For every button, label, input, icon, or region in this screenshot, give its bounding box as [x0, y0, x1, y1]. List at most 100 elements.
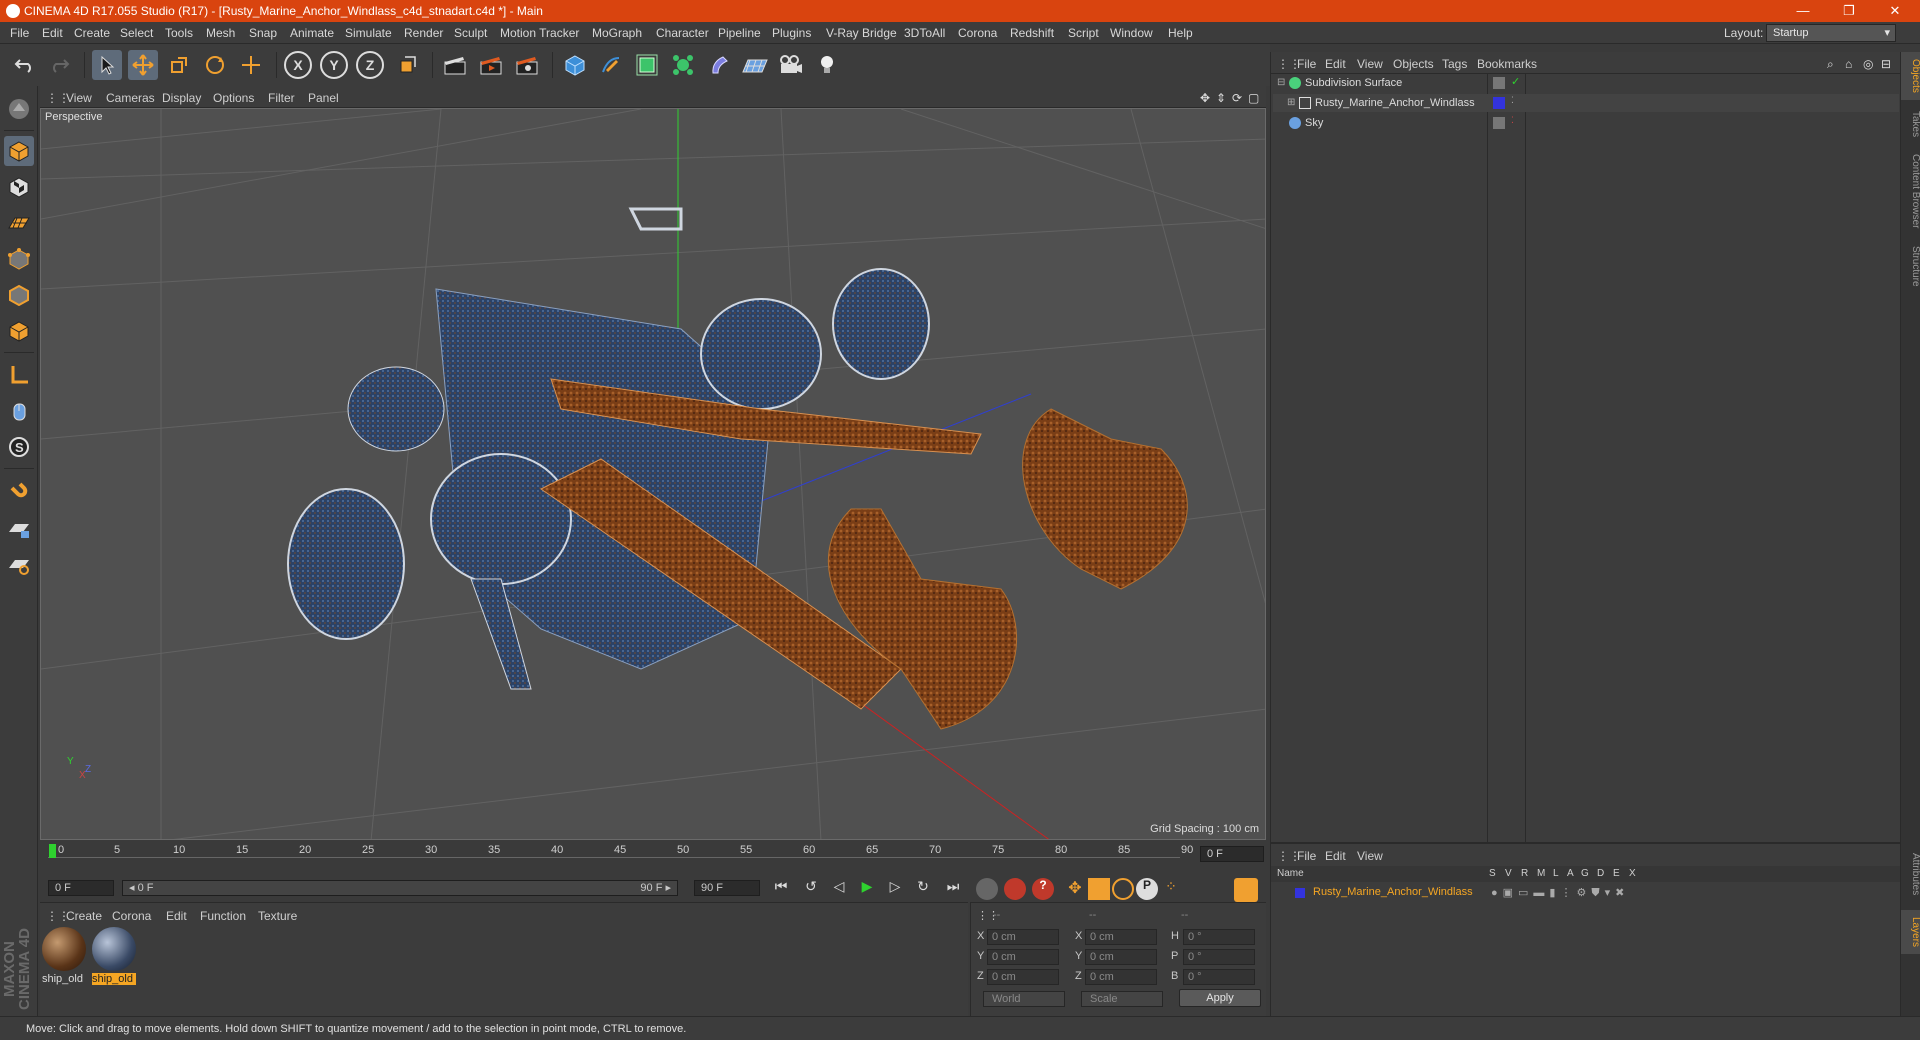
layer-color-swatch[interactable]: [1493, 97, 1505, 109]
viewport-orbit-icon[interactable]: ⟳: [1232, 91, 1242, 105]
object-menu-tags[interactable]: Tags: [1442, 57, 1467, 71]
previous-key-button[interactable]: ↺: [800, 878, 822, 900]
layer-menu-file[interactable]: File: [1297, 849, 1316, 863]
timeline-window-button[interactable]: [1234, 878, 1258, 902]
x-axis-lock-button[interactable]: X: [284, 51, 312, 79]
render-view-button[interactable]: [440, 50, 470, 80]
panel-collapse-icon[interactable]: ⊟: [1881, 57, 1891, 71]
z-axis-lock-button[interactable]: Z: [356, 51, 384, 79]
point-mode-button[interactable]: [4, 244, 34, 274]
preview-start-field[interactable]: 0 F: [48, 880, 114, 896]
go-to-start-button[interactable]: ⏮: [770, 878, 792, 900]
add-spline-button[interactable]: [596, 50, 626, 80]
object-menu-file[interactable]: File: [1297, 57, 1316, 71]
viewport-menu-view[interactable]: View: [66, 91, 92, 105]
autokey-button[interactable]: [1004, 878, 1026, 900]
menu-help[interactable]: Help: [1168, 26, 1193, 40]
menu-animate[interactable]: Animate: [290, 26, 334, 40]
key-position-button[interactable]: ✥: [1064, 878, 1086, 900]
coordinate-system-button[interactable]: [392, 50, 422, 80]
menu-create[interactable]: Create: [74, 26, 110, 40]
tab-layers[interactable]: Layers: [1901, 910, 1920, 954]
solo-mode-button[interactable]: S: [4, 432, 34, 462]
record-keys-button[interactable]: [976, 878, 998, 900]
menu-window[interactable]: Window: [1110, 26, 1153, 40]
layer-col-render[interactable]: R: [1521, 868, 1528, 879]
object-menu-edit[interactable]: Edit: [1325, 57, 1346, 71]
layer-col-generators[interactable]: G: [1581, 868, 1589, 879]
menu-script[interactable]: Script: [1068, 26, 1099, 40]
viewport-menu-panel[interactable]: Panel: [308, 91, 339, 105]
playhead-marker[interactable]: [49, 844, 56, 858]
undo-button[interactable]: [10, 50, 40, 80]
key-rotation-button[interactable]: [1112, 878, 1134, 900]
menu-character[interactable]: Character: [656, 26, 709, 40]
render-to-picture-viewer-button[interactable]: [476, 50, 506, 80]
layout-dropdown[interactable]: Startup: [1766, 24, 1896, 42]
layer-col-locked[interactable]: L: [1553, 868, 1559, 879]
enabled-check-icon[interactable]: ✓: [1511, 75, 1520, 88]
add-camera-button[interactable]: [776, 50, 806, 80]
keyframe-selection-button[interactable]: ?: [1032, 878, 1054, 900]
material-menu-corona[interactable]: Corona: [112, 909, 151, 923]
add-array-button[interactable]: [668, 50, 698, 80]
layer-row[interactable]: Rusty_Marine_Anchor_Windlass ●▣▭▬▮⋮⚙⛊▾✖: [1271, 884, 1901, 902]
layer-col-expressions[interactable]: E: [1613, 868, 1620, 879]
expand-toggle[interactable]: ⊞: [1287, 97, 1295, 108]
current-frame-field[interactable]: 0 F: [1200, 846, 1264, 862]
enable-snap-button[interactable]: [4, 478, 34, 508]
key-parameter-button[interactable]: P: [1136, 878, 1158, 900]
viewport-menu-filter[interactable]: Filter: [268, 91, 295, 105]
close-button[interactable]: ✕: [1880, 2, 1910, 20]
polygon-mode-button[interactable]: [4, 316, 34, 346]
add-subdivision-button[interactable]: [632, 50, 662, 80]
menu-select[interactable]: Select: [120, 26, 153, 40]
layer-col-manager[interactable]: M: [1537, 868, 1545, 879]
menu-edit[interactable]: Edit: [42, 26, 63, 40]
scale-tool-button[interactable]: [164, 50, 194, 80]
preview-range-slider[interactable]: ◂ 0 F 90 F ▸: [122, 880, 678, 896]
home-icon[interactable]: ⌂: [1845, 57, 1852, 71]
coordinate-space-dropdown[interactable]: World: [983, 991, 1065, 1007]
add-deformer-button[interactable]: [704, 50, 734, 80]
play-button[interactable]: ▶: [856, 878, 878, 900]
tab-structure[interactable]: Structure: [1901, 238, 1920, 294]
panel-config-icon[interactable]: ◎: [1863, 57, 1873, 71]
texture-mode-button[interactable]: [4, 172, 34, 202]
object-row-subdivision-surface[interactable]: ⊟ Subdivision Surface ✓: [1273, 74, 1899, 92]
object-menu-view[interactable]: View: [1357, 57, 1383, 71]
add-floor-button[interactable]: [740, 50, 770, 80]
next-frame-button[interactable]: ▷: [884, 878, 906, 900]
edge-mode-button[interactable]: [4, 280, 34, 310]
tweak-mode-button[interactable]: [4, 396, 34, 426]
size-x-field[interactable]: 0 cm: [1085, 929, 1157, 945]
visibility-dots-icon[interactable]: ⁚: [1511, 95, 1514, 106]
pos-z-field[interactable]: 0 cm: [987, 969, 1059, 985]
rot-h-field[interactable]: 0 °: [1183, 929, 1255, 945]
layer-col-xref[interactable]: X: [1629, 868, 1636, 879]
layer-tag-icon[interactable]: [1493, 117, 1505, 129]
layer-menu-view[interactable]: View: [1357, 849, 1383, 863]
object-menu-bookmarks[interactable]: Bookmarks: [1477, 57, 1537, 71]
menu-mesh[interactable]: Mesh: [206, 26, 235, 40]
perspective-viewport[interactable]: Perspective Y X Z Grid Spacing : 100 cm: [40, 108, 1266, 840]
axis-mode-button[interactable]: [4, 360, 34, 390]
preview-end-field[interactable]: 90 F: [694, 880, 760, 896]
rotate-tool-button[interactable]: [200, 50, 230, 80]
tab-attributes[interactable]: Attributes: [1901, 842, 1920, 906]
expand-toggle[interactable]: ⊟: [1277, 77, 1285, 88]
move-tool-button[interactable]: [128, 50, 158, 80]
next-key-button[interactable]: ↻: [912, 878, 934, 900]
model-mode-button[interactable]: [4, 136, 34, 166]
layer-col-name[interactable]: Name: [1277, 868, 1304, 879]
menu-3dtoall[interactable]: 3DToAll: [904, 26, 945, 40]
visibility-dots-icon[interactable]: ⁚: [1511, 115, 1514, 126]
search-icon[interactable]: ⌕: [1827, 57, 1834, 72]
tab-objects[interactable]: Objects: [1901, 52, 1920, 100]
layer-menu-edit[interactable]: Edit: [1325, 849, 1346, 863]
go-to-end-button[interactable]: ⏭: [942, 878, 964, 900]
material-swatch[interactable]: ship_old: [42, 927, 86, 989]
add-light-button[interactable]: [812, 50, 842, 80]
pos-y-field[interactable]: 0 cm: [987, 949, 1059, 965]
material-menu-function[interactable]: Function: [200, 909, 246, 923]
